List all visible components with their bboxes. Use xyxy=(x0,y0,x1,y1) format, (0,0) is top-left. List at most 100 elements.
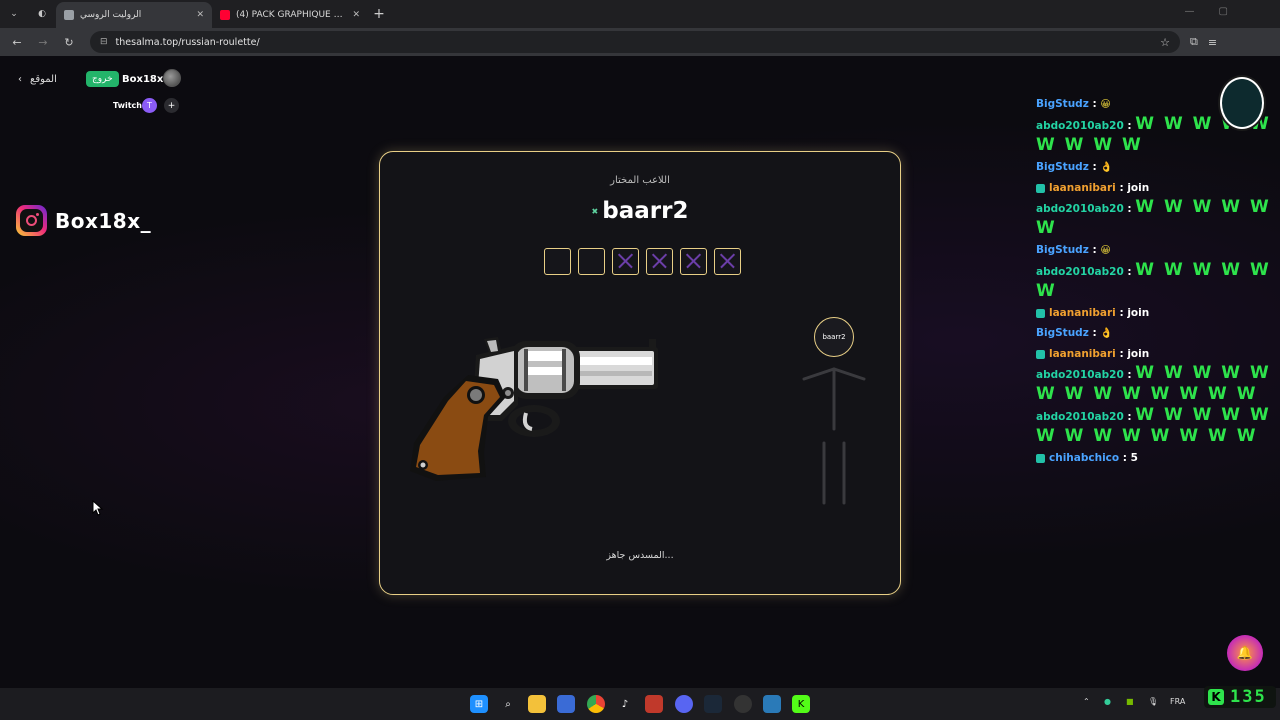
app-icon[interactable] xyxy=(763,695,781,713)
twitch-icon[interactable]: T xyxy=(142,98,157,113)
voicemeeter-icon[interactable] xyxy=(645,695,663,713)
file-explorer-icon[interactable] xyxy=(528,695,546,713)
chamber-slot xyxy=(680,248,707,275)
tab-title: (4) PACK GRAPHIQUE FIVEM 2... xyxy=(236,10,346,20)
microphone-icon[interactable]: 🎙 xyxy=(1148,697,1158,706)
tab-youtube[interactable]: (4) PACK GRAPHIQUE FIVEM 2... ✕ xyxy=(212,2,368,28)
chat-username: abdo2010ab20 xyxy=(1036,369,1124,381)
youtube-icon xyxy=(220,10,230,20)
obs-icon[interactable] xyxy=(734,695,752,713)
forward-icon[interactable]: → xyxy=(32,31,54,53)
search-icon[interactable]: ⌕ xyxy=(499,695,517,713)
window-controls: — ▢ xyxy=(1185,6,1228,17)
chrome-icon[interactable] xyxy=(587,695,605,713)
tiktok-icon[interactable]: ♪ xyxy=(616,695,634,713)
chat-text: 👌 xyxy=(1100,162,1113,173)
chat-text: 👌 xyxy=(1100,328,1113,339)
site-link-label: الموقع xyxy=(30,74,57,85)
chat-username: BigStudz xyxy=(1036,98,1089,110)
chamber-slot xyxy=(714,248,741,275)
roulette-panel: اللاعب المختار ✖ baarr2 baarr2 المسدس جا… xyxy=(379,151,901,595)
chat-message: abdo2010ab20 : W W W W W W W W W W W W W xyxy=(1036,405,1271,446)
chat-username: abdo2010ab20 xyxy=(1036,120,1124,132)
chat-username: chihabchico xyxy=(1049,452,1120,464)
extensions-icon[interactable]: ⧉ xyxy=(1190,35,1198,49)
viewer-count: 135 xyxy=(1230,687,1267,707)
tab-group-icon[interactable]: ◐ xyxy=(31,3,53,25)
target-player: baarr2 xyxy=(798,317,870,507)
chamber-slot xyxy=(578,248,605,275)
instagram-overlay: Box18x_ xyxy=(16,205,151,236)
site-info-icon[interactable]: ⊟ xyxy=(100,37,108,47)
chat-username: abdo2010ab20 xyxy=(1036,203,1124,215)
steam-icon[interactable] xyxy=(704,695,722,713)
player-badge-icon: ✖ xyxy=(591,207,599,216)
maximize-icon[interactable]: ▢ xyxy=(1219,6,1228,17)
chat-text: join xyxy=(1127,348,1150,360)
username: Box18x xyxy=(122,74,164,85)
back-icon[interactable]: ← xyxy=(6,31,28,53)
reload-icon[interactable]: ↻ xyxy=(58,31,80,53)
new-tab-button[interactable]: + xyxy=(368,3,390,25)
tray-app-icon[interactable]: ● xyxy=(1104,697,1111,706)
chat-message: abdo2010ab20 : W W W W W W W W W W W W W xyxy=(1036,363,1271,404)
nvidia-icon[interactable]: ■ xyxy=(1126,697,1134,706)
tab-close-icon[interactable]: ✕ xyxy=(196,10,204,20)
chamber-slot xyxy=(646,248,673,275)
chamber-slot xyxy=(612,248,639,275)
viewer-counter: K 135 xyxy=(1204,686,1276,708)
mouse-cursor-icon xyxy=(92,500,104,516)
instagram-icon xyxy=(16,205,47,236)
store-icon[interactable] xyxy=(557,695,575,713)
language-indicator[interactable]: FRA xyxy=(1170,697,1185,706)
revolver-icon xyxy=(410,337,658,481)
site-link[interactable]: الموقع › xyxy=(18,74,57,85)
browser-tab-bar: ⌄ ◐ الروليت الروسي ✕ (4) PACK GRAPHIQUE … xyxy=(0,0,1280,28)
chat-badge-icon xyxy=(1036,453,1045,463)
chat-username: laananibari xyxy=(1049,182,1116,194)
menu-icon[interactable]: ≡ xyxy=(1208,36,1217,49)
chat-message: abdo2010ab20 : W W W W W W xyxy=(1036,260,1271,301)
chamber-row xyxy=(544,248,741,275)
tab-close-icon[interactable]: ✕ xyxy=(352,10,360,20)
tab-title: الروليت الروسي xyxy=(80,10,142,20)
tray-chevron-icon[interactable]: ⌃ xyxy=(1083,697,1090,706)
kick-icon: K xyxy=(1208,689,1224,705)
page-content: الموقع › خروج Box18x Twitch T + Box18x_ … xyxy=(0,56,1280,688)
chat-username: BigStudz xyxy=(1036,161,1089,173)
chat-message: laananibari : join xyxy=(1036,303,1280,323)
chat-username: laananibari xyxy=(1049,307,1116,319)
chat-username: laananibari xyxy=(1049,348,1116,360)
avatar[interactable] xyxy=(163,69,181,87)
chat-message: abdo2010ab20 : W W W W W W xyxy=(1036,197,1271,238)
player-avatar: baarr2 xyxy=(814,317,854,357)
bell-icon[interactable]: 🔔 xyxy=(1227,635,1263,671)
selected-player-name: ✖ baarr2 xyxy=(380,198,900,224)
windows-start-icon[interactable]: ⊞ xyxy=(470,695,488,713)
user-bar: الموقع › خروج Box18x Twitch T + xyxy=(16,69,186,132)
minimize-icon[interactable]: — xyxy=(1185,6,1195,17)
chat-badge-icon xyxy=(1036,308,1045,318)
kick-app-icon[interactable]: K xyxy=(792,695,810,713)
add-icon[interactable]: + xyxy=(164,98,179,113)
chat-text: join xyxy=(1127,307,1150,319)
bookmark-star-icon[interactable]: ☆ xyxy=(1160,36,1170,49)
tab-search-button[interactable]: ⌄ xyxy=(3,3,25,25)
chevron-right-icon: › xyxy=(18,74,22,85)
chat-username: BigStudz xyxy=(1036,327,1089,339)
chat-message: BigStudz : 👌 xyxy=(1036,161,1113,173)
chat-message: BigStudz : 😀 xyxy=(1036,244,1111,256)
tab-favicon xyxy=(64,10,74,20)
logout-button[interactable]: خروج xyxy=(86,71,119,87)
gun-status: المسدس جاهز... xyxy=(606,550,674,561)
chat-message: laananibari : join xyxy=(1036,344,1280,364)
chat-username: BigStudz xyxy=(1036,244,1089,256)
chat-message: BigStudz : 👌 xyxy=(1036,327,1113,339)
tab-russian-roulette[interactable]: الروليت الروسي ✕ xyxy=(56,2,212,28)
address-bar[interactable]: ⊟ thesalma.top/russian-roulette/ ☆ xyxy=(90,31,1180,53)
chat-text: join xyxy=(1127,182,1150,194)
discord-icon[interactable] xyxy=(675,695,693,713)
chat-overlay: BigStudz : 😀 abdo2010ab20 : W W W W W W W… xyxy=(1036,94,1280,468)
chamber-slot xyxy=(544,248,571,275)
chat-text: 😀 xyxy=(1100,99,1111,110)
